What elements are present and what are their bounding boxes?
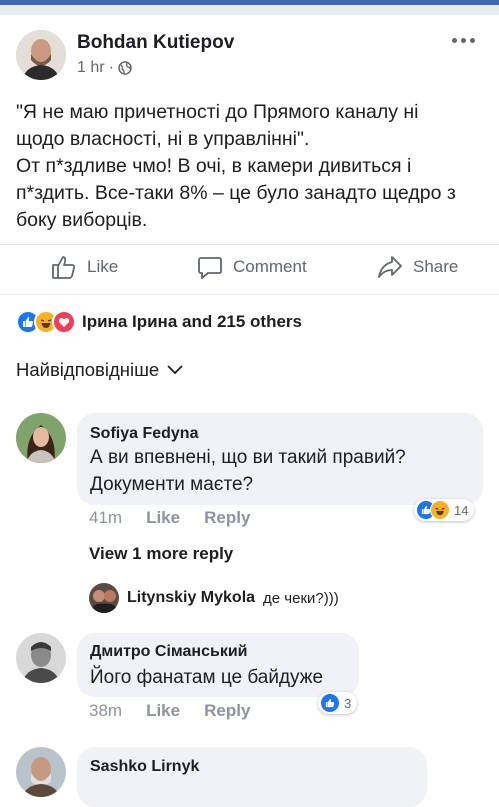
- like-button[interactable]: Like: [51, 248, 118, 286]
- more-options-icon[interactable]: [452, 38, 475, 43]
- comment-author[interactable]: Дмитро Сіманський: [90, 643, 248, 661]
- post-author-name[interactable]: Bohdan Kutiepov: [77, 32, 234, 54]
- divider: [0, 244, 499, 245]
- commenter-avatar[interactable]: [16, 413, 66, 463]
- post-actions: Like Comment Share: [0, 248, 499, 286]
- reply-author[interactable]: Litynskiy Mykola: [127, 589, 255, 607]
- comment-like-button[interactable]: Like: [146, 701, 180, 721]
- comment-time[interactable]: 38m: [89, 701, 122, 721]
- post-text-line: п*здить. Все-таки 8% – це було занадто щ…: [16, 182, 456, 204]
- commenter-avatar[interactable]: [16, 747, 66, 797]
- comment-author[interactable]: Sofiya Fedyna: [90, 425, 198, 443]
- comment-meta: 41m Like Reply: [89, 508, 250, 528]
- comment-reply-button[interactable]: Reply: [204, 508, 250, 528]
- feed-gap: [0, 5, 499, 15]
- sort-label: Найвідповідніше: [16, 359, 160, 380]
- like-icon: [320, 693, 340, 713]
- globe-icon: [118, 61, 132, 75]
- like-label: Like: [87, 257, 119, 276]
- comment-button[interactable]: Comment: [197, 248, 307, 286]
- commenter-avatar[interactable]: [16, 633, 66, 683]
- view-more-replies-link[interactable]: View 1 more reply: [89, 544, 233, 564]
- comment-reaction-badge[interactable]: 14: [414, 499, 475, 521]
- comment-text-line: А ви впевнені, що ви такий правий?: [90, 447, 406, 468]
- haha-icon: [430, 500, 450, 520]
- post-text-line: "Я не маю причетності до Прямого каналу …: [16, 101, 419, 123]
- comment-text: А ви впевнені, що ви такий правий? Докум…: [90, 444, 406, 498]
- comment-like-button[interactable]: Like: [146, 508, 180, 528]
- post-text: "Я не маю причетності до Прямого каналу …: [16, 99, 486, 234]
- comment-meta: 38m Like Reply: [89, 701, 250, 721]
- reactions-summary[interactable]: Ірина Ірина and 215 others: [16, 310, 302, 334]
- comment-reply-button[interactable]: Reply: [204, 701, 250, 721]
- post-time[interactable]: 1 hr: [77, 59, 105, 77]
- share-label: Share: [413, 257, 459, 276]
- author-avatar[interactable]: [16, 30, 66, 80]
- reply-avatar: [89, 583, 119, 613]
- meta-separator: ·: [108, 59, 114, 76]
- reaction-count: 3: [344, 695, 352, 711]
- reply-text: де чеки?))): [263, 589, 339, 607]
- reply-preview[interactable]: Litynskiy Mykola де чеки?))): [89, 583, 339, 613]
- comment-icon: [198, 257, 222, 279]
- post-meta: 1 hr ·: [77, 59, 132, 77]
- comment-reaction-badge[interactable]: 3: [318, 692, 358, 714]
- comment-text: Його фанатам це байдуже: [90, 667, 324, 688]
- divider: [0, 294, 499, 295]
- comment-text-line: Документи маєте?: [90, 474, 254, 495]
- post-text-line: боку виборців.: [16, 209, 148, 231]
- comment-sort-selector[interactable]: Найвідповідніше: [16, 359, 185, 381]
- chevron-down-icon: [167, 365, 183, 375]
- post-text-line: От п*здливе чмо! В очі, в камери дивитьс…: [16, 155, 412, 177]
- comment-bubble: [77, 747, 427, 807]
- reaction-count: 14: [454, 502, 469, 518]
- share-button[interactable]: Share: [377, 248, 458, 286]
- comment-author[interactable]: Sashko Lirnyk: [90, 758, 199, 776]
- comment-time[interactable]: 41m: [89, 508, 122, 528]
- love-icon: [52, 310, 76, 334]
- thumbs-up-icon: [52, 256, 76, 279]
- share-icon: [378, 256, 402, 278]
- reactions-text[interactable]: Ірина Ірина and 215 others: [82, 312, 302, 332]
- post-text-line: щодо власності, ні в управлінні".: [16, 128, 310, 150]
- comment-label: Comment: [233, 257, 307, 276]
